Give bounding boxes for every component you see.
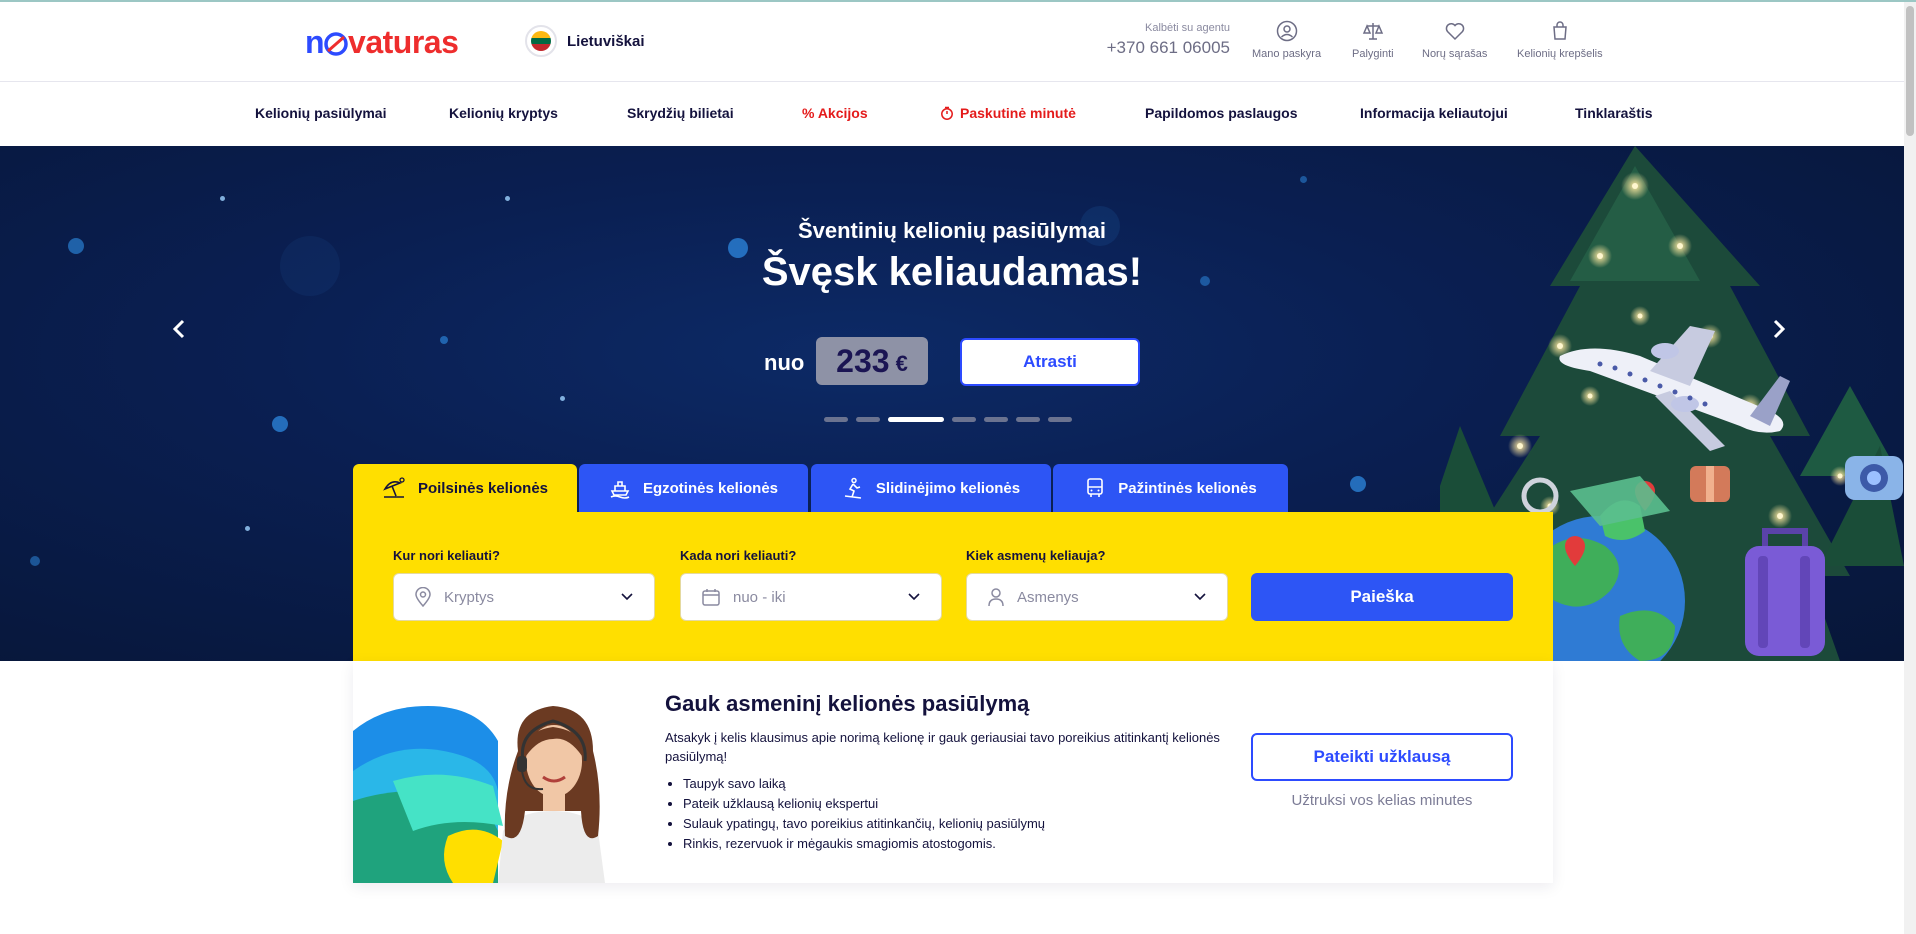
wishlist-link[interactable]: Norų sąrašas <box>1422 20 1487 60</box>
nav-item-traveler-info[interactable]: Informacija keliautojui <box>1360 105 1508 121</box>
nav-item-deals[interactable]: % Akcijos <box>802 105 868 121</box>
destination-select[interactable]: Kryptys <box>393 573 655 621</box>
price-badge: 233 € <box>816 337 928 385</box>
chevron-down-icon <box>621 593 633 601</box>
person-icon <box>988 588 1004 607</box>
price-currency: € <box>895 351 908 376</box>
offer-description: Atsakyk į kelis klausimus apie norimą ke… <box>665 730 1220 764</box>
nav-item-flights[interactable]: Skrydžių bilietai <box>627 105 734 121</box>
dates-select[interactable]: nuo - iki <box>680 573 942 621</box>
lithuania-flag-icon <box>525 25 557 57</box>
carousel-pagination <box>824 417 1072 422</box>
stopwatch-icon <box>941 106 953 120</box>
carousel-dot[interactable] <box>1016 417 1040 422</box>
offer-benefits-list: Taupyk savo laiką Pateik užklausą kelion… <box>683 774 1045 854</box>
list-item: Rinkis, rezervuok ir mėgaukis smagiomis … <box>683 834 1045 854</box>
destination-placeholder: Kryptys <box>444 588 495 606</box>
search-panel: Kur nori keliauti? Kryptys Kada nori kel… <box>353 512 1553 661</box>
carousel-prev-icon[interactable] <box>170 314 188 352</box>
carousel-dot-active[interactable] <box>888 417 944 422</box>
nav-item-services[interactable]: Papildomos paslaugos <box>1145 105 1297 121</box>
account-label: Mano paskyra <box>1252 48 1322 60</box>
travelers-label: Kiek asmenų keliauja? <box>966 548 1106 563</box>
tab-sightseeing-label: Pažintinės kelionės <box>1118 479 1257 497</box>
main-nav: Kelionių pasiūlymai Kelionių kryptys Skr… <box>0 83 1916 145</box>
compare-link[interactable]: Palyginti <box>1352 20 1394 60</box>
carousel-dot[interactable] <box>984 417 1008 422</box>
tab-leisure-trips[interactable]: Poilsinės kelionės <box>353 464 577 512</box>
travelers-select[interactable]: Asmenys <box>966 573 1228 621</box>
list-item: Taupyk savo laiką <box>683 774 1045 794</box>
carousel-dot[interactable] <box>952 417 976 422</box>
globe-logo-icon <box>324 32 348 56</box>
chevron-down-icon <box>908 593 920 601</box>
user-icon <box>1276 20 1297 42</box>
search-button[interactable]: Paieška <box>1251 573 1513 621</box>
calendar-icon <box>702 589 720 606</box>
agent-label: Kalbėti su agentu <box>1144 22 1230 34</box>
shopping-bag-icon <box>1552 21 1567 40</box>
tab-exotic-trips[interactable]: Egzotinės kelionės <box>579 464 808 512</box>
ship-icon <box>610 481 630 499</box>
account-link[interactable]: Mano paskyra <box>1252 20 1321 60</box>
tab-ski-trips[interactable]: Slidinėjimo kelionės <box>811 464 1051 512</box>
offer-title: Gauk asmeninį kelionės pasiūlymą <box>665 691 1030 716</box>
logo[interactable]: n vaturas <box>305 24 459 61</box>
carousel-dot[interactable] <box>824 417 848 422</box>
agent-contact[interactable]: Kalbėti su agentu +370 661 06005 <box>1100 22 1230 58</box>
bus-icon <box>1087 478 1104 497</box>
tab-exotic-label: Egzotinės kelionės <box>642 479 779 497</box>
carousel-dot[interactable] <box>1048 417 1072 422</box>
language-label: Lietuviškai <box>567 32 645 50</box>
tab-sightseeing-trips[interactable]: Pažintinės kelionės <box>1053 464 1288 512</box>
nav-item-offers[interactable]: Kelionių pasiūlymai <box>255 105 386 121</box>
list-item: Sulauk ypatingų, tavo poreikius atitinka… <box>683 814 1045 834</box>
dates-placeholder: nuo - iki <box>733 588 786 606</box>
agent-illustration <box>353 706 605 883</box>
personal-offer-card: Gauk asmeninį kelionės pasiūlymą Atsakyk… <box>353 661 1553 883</box>
scrollbar-thumb[interactable] <box>1906 6 1914 136</box>
carousel-dot[interactable] <box>856 417 880 422</box>
cart-label: Kelionių krepšelis <box>1517 48 1603 60</box>
dates-label: Kada nori keliauti? <box>680 548 797 563</box>
tab-leisure-label: Poilsinės kelionės <box>417 479 549 497</box>
submit-request-button[interactable]: Pateikti užklausą <box>1251 733 1513 781</box>
language-selector[interactable]: Lietuviškai <box>525 25 645 57</box>
discover-button[interactable]: Atrasti <box>960 338 1140 386</box>
price-from-label: nuo <box>764 350 805 375</box>
nav-item-last-minute[interactable]: Paskutinė minutė <box>940 105 1076 121</box>
tab-ski-label: Slidinėjimo kelionės <box>875 479 1021 497</box>
agent-phone[interactable]: +370 661 06005 <box>1100 38 1230 58</box>
wishlist-label: Norų sąrašas <box>1422 48 1488 60</box>
scales-icon <box>1362 23 1383 40</box>
travelers-placeholder: Asmenys <box>1017 588 1079 606</box>
logo-text-n: n <box>305 24 325 60</box>
logo-text-va: va <box>348 24 383 60</box>
logo-text-turas: turas <box>382 24 459 60</box>
nav-item-blog[interactable]: Tinklaraštis <box>1575 105 1653 121</box>
offer-note: Užtruksi vos kelias minutes <box>1291 792 1473 809</box>
header: n vaturas Lietuviškai Kalbėti su agentu +… <box>0 2 1916 82</box>
map-pin-icon <box>415 587 431 607</box>
list-item: Pateik užklausą kelionių ekspertui <box>683 794 1045 814</box>
price-value: 233 <box>836 342 890 379</box>
compare-label: Palyginti <box>1352 48 1394 60</box>
nav-item-destinations[interactable]: Kelionių kryptys <box>449 105 558 121</box>
chevron-down-icon <box>1194 593 1206 601</box>
heart-icon <box>1445 23 1464 41</box>
last-minute-label: Paskutinė minutė <box>960 105 1076 121</box>
page: n vaturas Lietuviškai Kalbėti su agentu +… <box>0 0 1916 934</box>
beach-umbrella-icon <box>383 477 405 498</box>
destination-label: Kur nori keliauti? <box>393 548 500 563</box>
skier-icon <box>844 477 861 499</box>
cart-link[interactable]: Kelionių krepšelis <box>1517 20 1603 60</box>
page-scrollbar[interactable] <box>1904 2 1916 934</box>
